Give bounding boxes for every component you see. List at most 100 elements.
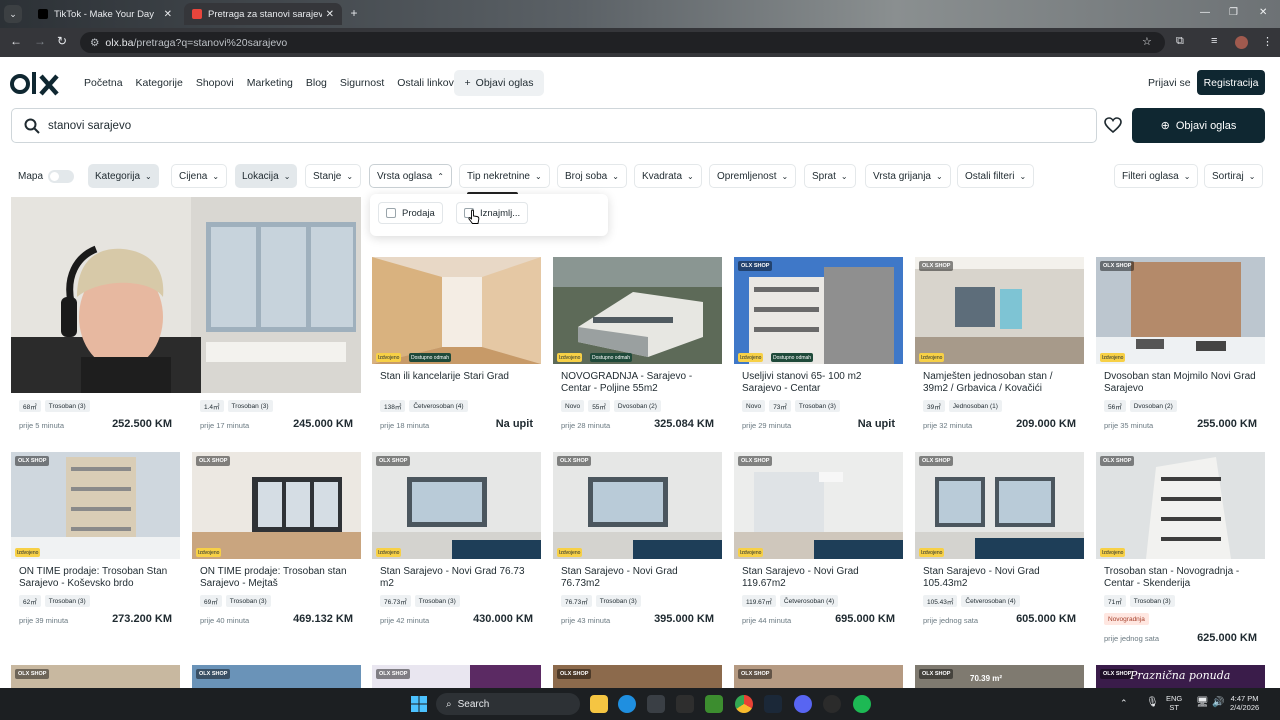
extensions-icon[interactable]: ⧉ bbox=[1176, 35, 1184, 48]
listing-card[interactable]: OLX SHOP Izdvojeno Stan Sarajevo - Novi … bbox=[553, 452, 722, 640]
filter-stanje[interactable]: Stanje ⌄ bbox=[305, 164, 362, 188]
olx-logo[interactable] bbox=[10, 70, 60, 96]
post-ad-header-button[interactable]: + Objavi oglas bbox=[454, 70, 544, 96]
listing-card[interactable]: OLX SHOP bbox=[553, 665, 722, 688]
listing-card[interactable]: OLX SHOP Izdvojeno Namješten jednosoban … bbox=[915, 257, 1084, 445]
site-info-icon[interactable]: ⚙ bbox=[90, 37, 99, 49]
language-indicator[interactable]: ENG ST bbox=[1166, 694, 1182, 712]
discord-icon[interactable] bbox=[794, 695, 812, 713]
filter-kategorija[interactable]: Kategorija ⌄ bbox=[88, 164, 159, 188]
listing-card[interactable]: Izdvojeno Dostupno odmah NOVOGRADNJA - S… bbox=[553, 257, 722, 445]
spotify-icon[interactable] bbox=[853, 695, 871, 713]
listing-card[interactable]: Izdvojeno Dostupno odmah Stan ili kancel… bbox=[372, 257, 541, 445]
listing-card[interactable]: OLX SHOP bbox=[734, 665, 903, 688]
sort-button[interactable]: Sortiraj ⌄ bbox=[1204, 164, 1264, 188]
login-link[interactable]: Prijavi se bbox=[1148, 77, 1191, 89]
close-icon[interactable]: ✕ bbox=[326, 9, 334, 20]
listing-card[interactable]: OLX SHOP 70.39 m² bbox=[915, 665, 1084, 688]
filter-sprat[interactable]: Sprat ⌄ bbox=[804, 164, 856, 188]
xbox-icon[interactable] bbox=[705, 695, 723, 713]
listing-price: Na upit bbox=[495, 418, 533, 430]
nav-sigurnost[interactable]: Sigurnost bbox=[340, 77, 384, 89]
filter-cijena[interactable]: Cijena ⌄ bbox=[171, 164, 228, 188]
app-icon[interactable] bbox=[676, 695, 694, 713]
search-input[interactable]: stanovi sarajevo bbox=[11, 108, 1097, 143]
minimize-icon[interactable]: — bbox=[1200, 7, 1210, 18]
listing-price: Na upit bbox=[857, 418, 895, 430]
tag-area: 73㎡ bbox=[769, 400, 791, 412]
listing-card[interactable]: OLX SHOP Izdvojeno ON TIME prodaje: Tros… bbox=[11, 452, 180, 640]
option-iznajmljivanje[interactable]: Iznajmlj... bbox=[456, 202, 529, 224]
listing-card[interactable]: OLX SHOP Izdvojeno Dostupno odmah Uselji… bbox=[734, 257, 903, 445]
tab-search-button[interactable]: ⌄ bbox=[4, 5, 22, 23]
filter-broj-soba[interactable]: Broj soba ⌄ bbox=[557, 164, 627, 188]
microphone-icon[interactable]: 🎙 bbox=[1146, 698, 1159, 708]
nav-marketing[interactable]: Marketing bbox=[247, 77, 293, 89]
filter-kvadrata[interactable]: Kvadrata ⌄ bbox=[634, 164, 702, 188]
nav-kategorije[interactable]: Kategorije bbox=[136, 77, 183, 89]
nav-blog[interactable]: Blog bbox=[306, 77, 327, 89]
listing-card[interactable]: OLX SHOP bbox=[11, 665, 180, 688]
nav-shopovi[interactable]: Shopovi bbox=[196, 77, 234, 89]
reload-icon[interactable]: ↻ bbox=[57, 34, 67, 48]
map-toggle[interactable]: Mapa bbox=[10, 164, 81, 188]
taskbar-search[interactable]: ⌕ Search bbox=[436, 693, 580, 715]
register-button[interactable]: Registracija bbox=[1197, 70, 1265, 95]
ad-type-dropdown: Prodaja Iznajmlj... bbox=[370, 194, 608, 236]
listing-card[interactable]: OLX SHOP Izdvojeno Stan Sarajevo - Novi … bbox=[734, 452, 903, 640]
tab-olx-search[interactable]: Pretraga za stanovi sarajevo Ka ✕ bbox=[184, 3, 342, 25]
new-tab-button[interactable]: + bbox=[346, 6, 362, 22]
map-switch[interactable] bbox=[48, 169, 75, 183]
post-ad-button[interactable]: ⊕ Objavi oglas bbox=[1132, 108, 1265, 143]
volume-icon[interactable]: 🔊 bbox=[1212, 698, 1224, 708]
forward-icon[interactable]: → bbox=[34, 34, 46, 48]
network-icon[interactable]: 🖥 bbox=[1196, 698, 1209, 708]
listing-card[interactable]: OLX SHOP Izdvojeno Stan Sarajevo - Novi … bbox=[372, 452, 541, 640]
listing-card[interactable]: OLX SHOP Izdvojeno Dvosoban stan Mojmilo… bbox=[1096, 257, 1265, 445]
address-bar[interactable]: ⚙ olx.ba /pretraga?q=stanovi%20sarajevo bbox=[80, 32, 1165, 53]
filter-ostali[interactable]: Ostali filteri ⌄ bbox=[957, 164, 1035, 188]
tray-chevron-icon[interactable]: ⌃ bbox=[1120, 699, 1128, 708]
olx-shop-badge: OLX SHOP bbox=[196, 456, 231, 466]
listing-card[interactable]: OLX SHOP Praznična ponuda bbox=[1096, 665, 1265, 688]
file-explorer-icon[interactable] bbox=[590, 695, 608, 713]
profile-avatar[interactable] bbox=[1235, 36, 1248, 49]
listing-price: 695.000 KM bbox=[835, 613, 895, 625]
listing-card[interactable]: OLX SHOP Izdvojeno Trosoban stan - Novog… bbox=[1096, 452, 1265, 652]
clock[interactable]: 4:47 PM 2/4/2026 bbox=[1230, 694, 1259, 712]
chevron-down-icon: ⌄ bbox=[1248, 171, 1256, 181]
filter-vrsta-oglasa[interactable]: Vrsta oglasa ⌃ bbox=[369, 164, 452, 188]
listing-card[interactable]: OLX SHOP Izdvojeno ON TIME prodaje: Tros… bbox=[192, 452, 361, 640]
checkbox-prodaja[interactable] bbox=[386, 208, 396, 218]
filter-filteri-oglasa[interactable]: Filteri oglasa ⌄ bbox=[1114, 164, 1199, 188]
favorites-heart-icon[interactable] bbox=[1104, 117, 1122, 133]
chrome-icon[interactable] bbox=[735, 695, 753, 713]
back-icon[interactable]: ← bbox=[10, 34, 22, 48]
filter-tip-nekretnine[interactable]: Tip nekretnine ⌄ bbox=[459, 164, 550, 188]
tab-tiktok[interactable]: TikTok - Make Your Day ✕ bbox=[30, 3, 180, 25]
webcam-overlay bbox=[11, 197, 361, 393]
filter-vrsta-grijanja[interactable]: Vrsta grijanja ⌄ bbox=[865, 164, 951, 188]
bookmark-star-icon[interactable]: ☆ bbox=[1142, 35, 1152, 48]
store-icon[interactable] bbox=[647, 695, 665, 713]
search-icon: ⌕ bbox=[446, 698, 452, 710]
media-icon[interactable]: ≡ bbox=[1211, 35, 1217, 47]
restore-icon[interactable]: ❐ bbox=[1229, 7, 1238, 18]
listing-card[interactable]: OLX SHOP bbox=[372, 665, 541, 688]
window-close-icon[interactable]: ✕ bbox=[1259, 7, 1267, 18]
edge-icon[interactable] bbox=[618, 695, 636, 713]
nav-pocetna[interactable]: Početna bbox=[84, 77, 123, 89]
windows-start-icon[interactable] bbox=[411, 696, 427, 712]
settings-icon[interactable] bbox=[823, 695, 841, 713]
listing-photo: OLX SHOP Izdvojeno bbox=[553, 452, 722, 559]
filter-opremljenost[interactable]: Opremljenost ⌄ bbox=[709, 164, 797, 188]
option-prodaja[interactable]: Prodaja bbox=[378, 202, 443, 224]
search-icon bbox=[24, 118, 40, 134]
listing-price: 273.200 KM bbox=[112, 613, 172, 625]
browser-menu-icon[interactable]: ⋮ bbox=[1262, 35, 1273, 48]
close-icon[interactable]: ✕ bbox=[164, 9, 172, 20]
steam-icon[interactable] bbox=[764, 695, 782, 713]
listing-card[interactable]: OLX SHOP Izdvojeno Stan Sarajevo - Novi … bbox=[915, 452, 1084, 640]
listing-card[interactable]: OLX SHOP bbox=[192, 665, 361, 688]
filter-lokacija[interactable]: Lokacija ⌄ bbox=[235, 164, 298, 188]
